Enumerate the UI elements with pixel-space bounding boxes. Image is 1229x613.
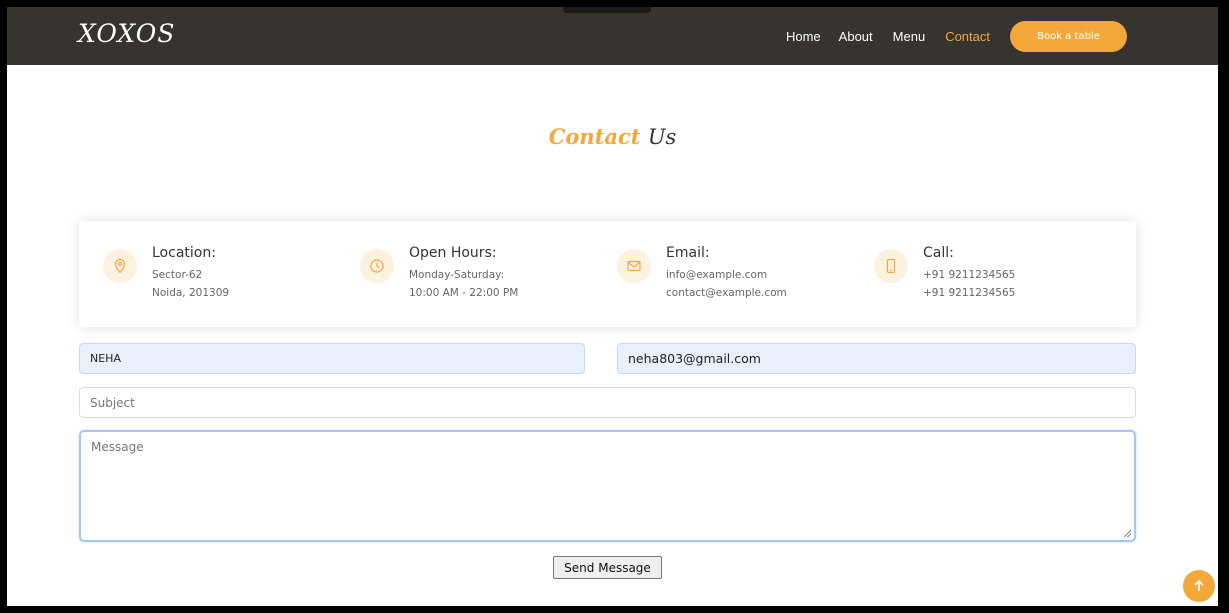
- info-location-line1: Sector-62: [152, 269, 203, 281]
- name-field-value: NEHA: [90, 352, 121, 365]
- main-nav: Home About Menu Contact Book a table: [786, 7, 1218, 65]
- arrow-up-icon: [1194, 579, 1204, 591]
- info-hours-line2: 10:00 AM - 22:00 PM: [409, 287, 519, 299]
- info-call-line1[interactable]: +91 9211234565: [923, 269, 1015, 281]
- info-hours-heading: Open Hours:: [409, 245, 497, 261]
- book-table-button[interactable]: Book a table: [1010, 20, 1127, 52]
- info-hours-line1: Monday-Saturday:: [409, 269, 505, 281]
- phone-icon: [874, 249, 908, 283]
- envelope-icon: [617, 249, 651, 283]
- info-email: Email: info@example.com contact@example.…: [617, 245, 857, 315]
- subject-placeholder: Subject: [90, 395, 135, 410]
- window-notch: [563, 7, 651, 13]
- info-call-heading: Call:: [923, 245, 954, 261]
- resize-grip-icon[interactable]: [1124, 530, 1131, 537]
- back-to-top-button[interactable]: [1183, 570, 1215, 602]
- info-hours: Open Hours: Monday-Saturday: 10:00 AM - …: [360, 245, 600, 315]
- send-message-button[interactable]: Send Message: [553, 556, 662, 579]
- info-email-line2[interactable]: contact@example.com: [666, 287, 787, 299]
- site-header: XOXOS Home About Menu Contact Book a tab…: [7, 7, 1218, 65]
- contact-info-card: Location: Sector-62 Noida, 201309 Open H…: [79, 221, 1136, 327]
- info-email-heading: Email:: [666, 245, 710, 261]
- message-textarea[interactable]: Message: [79, 430, 1136, 542]
- info-call: Call: +91 9211234565 +91 9211234565: [874, 245, 1114, 315]
- info-location-line2: Noida, 201309: [152, 287, 230, 299]
- message-placeholder: Message: [91, 440, 144, 454]
- info-location-heading: Location:: [152, 245, 216, 261]
- site-logo[interactable]: XOXOS: [78, 19, 175, 48]
- page-viewport: XOXOS Home About Menu Contact Book a tab…: [7, 7, 1218, 606]
- clock-icon: [360, 249, 394, 283]
- info-location: Location: Sector-62 Noida, 201309: [103, 245, 343, 315]
- nav-about-link[interactable]: About: [839, 29, 873, 44]
- info-email-line1[interactable]: info@example.com: [666, 269, 767, 281]
- nav-contact-link[interactable]: Contact: [945, 29, 990, 44]
- subject-field[interactable]: Subject: [79, 387, 1136, 418]
- page-title: Contact Us: [7, 124, 1218, 149]
- email-field-value: neha803@gmail.com: [628, 351, 761, 366]
- nav-menu-link[interactable]: Menu: [893, 29, 926, 44]
- location-pin-icon: [103, 249, 137, 283]
- page-title-rest: Us: [647, 125, 677, 149]
- email-field[interactable]: neha803@gmail.com: [617, 343, 1136, 374]
- nav-home-link[interactable]: Home: [786, 29, 821, 44]
- page-title-accent: Contact: [548, 124, 641, 149]
- info-call-line2[interactable]: +91 9211234565: [923, 287, 1015, 299]
- name-field[interactable]: NEHA: [79, 343, 585, 374]
